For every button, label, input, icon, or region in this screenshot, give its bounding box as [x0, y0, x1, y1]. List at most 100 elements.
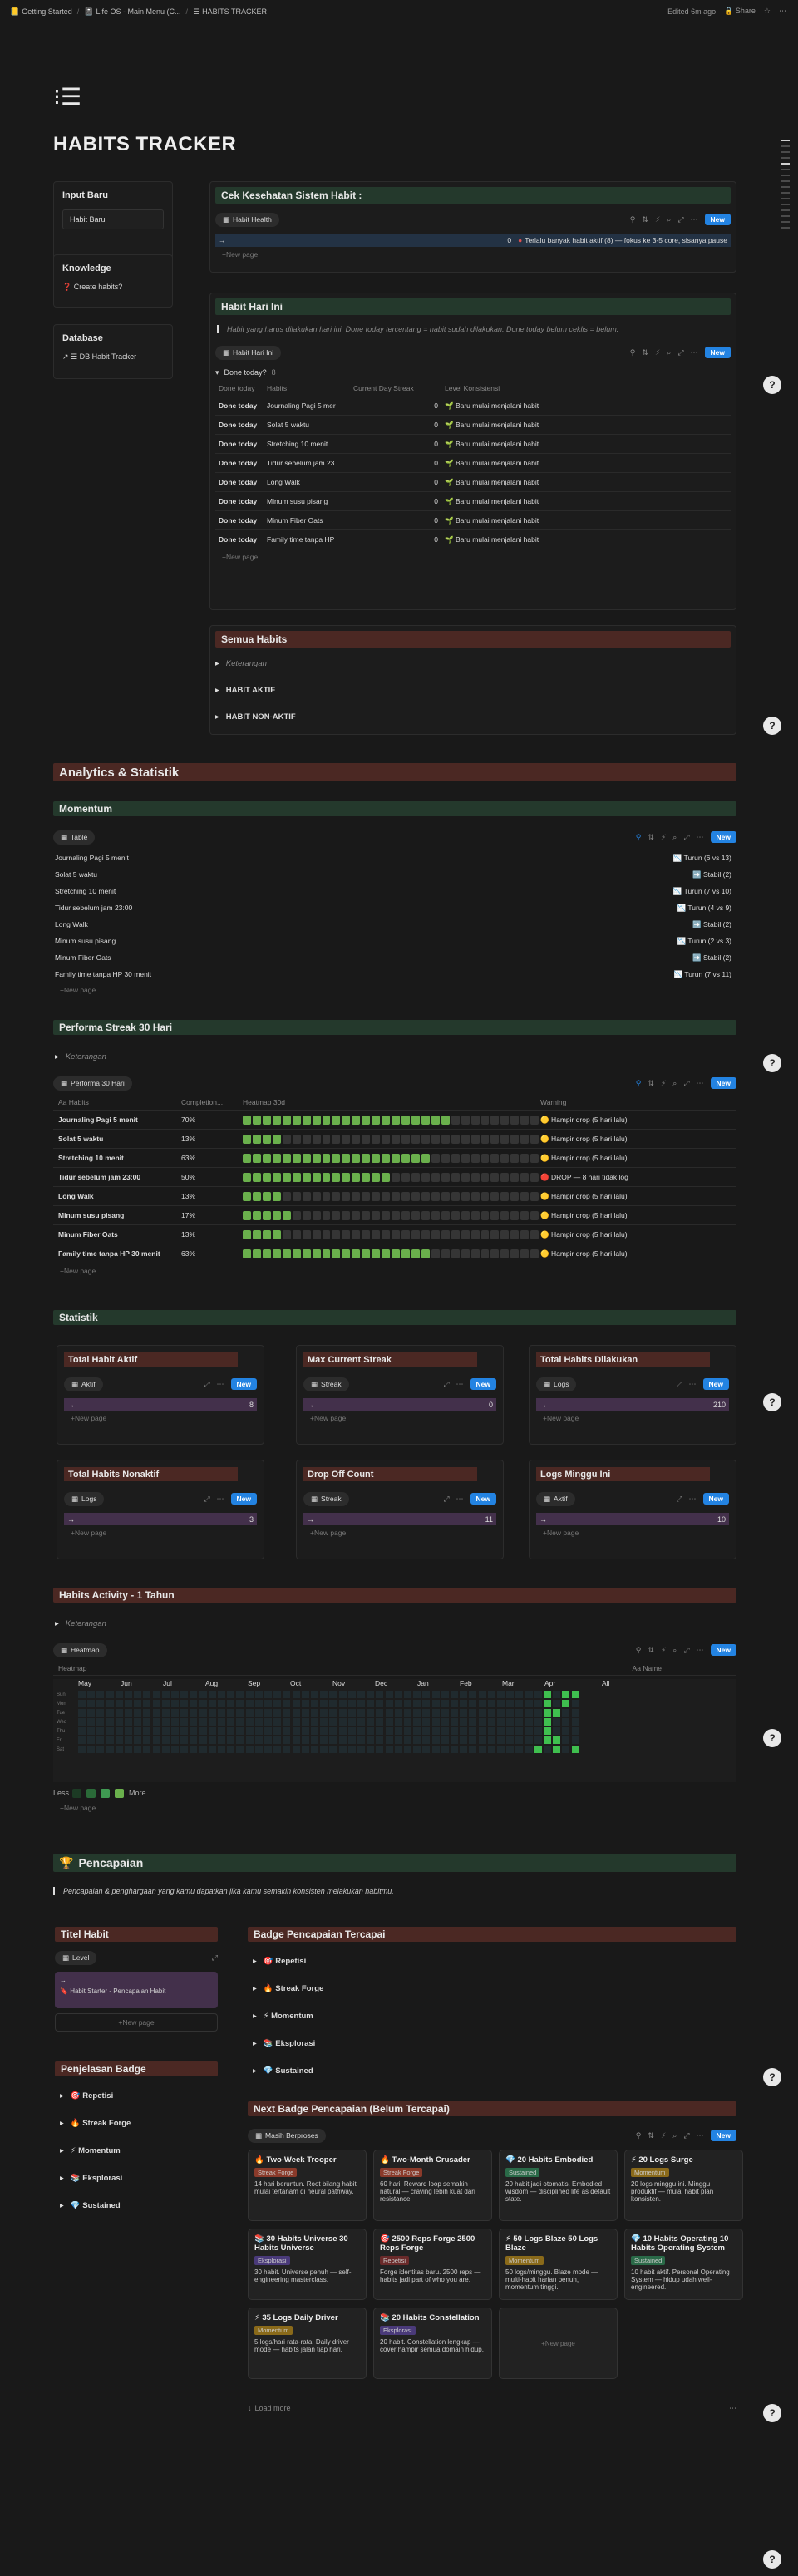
stat-view-tab[interactable]: ▦ Logs	[536, 1377, 577, 1391]
expand-icon[interactable]: ⤢	[683, 833, 689, 842]
search-icon[interactable]: ⌕	[667, 215, 671, 224]
table-row[interactable]: Long Walk ➡️ Stabil (2)	[53, 916, 736, 933]
heatmap-tab[interactable]: ▦ Heatmap	[53, 1643, 107, 1657]
expand-icon[interactable]: ⤢	[683, 2131, 689, 2140]
search-icon[interactable]: ⌕	[667, 348, 671, 357]
badge-toggle[interactable]: ▸ 📚 Eksplorasi	[253, 2034, 735, 2052]
search-icon[interactable]: ⌕	[672, 1646, 677, 1655]
more-icon[interactable]: ⋯	[217, 1495, 224, 1504]
share-button[interactable]: 🔒 Share	[724, 7, 756, 16]
automation-icon[interactable]: ⚡	[655, 348, 660, 357]
automation-icon[interactable]: ⚡	[661, 833, 666, 842]
table-row[interactable]: Done today Journaling Pagi 5 mer 0 🌱 Baru m…	[215, 396, 731, 416]
new-page-button[interactable]: + New page	[55, 2013, 218, 2032]
table-row[interactable]: Stretching 10 menit 📉 Turun (7 vs 10)	[53, 883, 736, 899]
search-icon[interactable]: ⌕	[672, 1079, 677, 1088]
new-page-button[interactable]: + New page	[215, 549, 731, 564]
table-row[interactable]: Done today Solat 5 waktu 0 🌱 Baru mulai men…	[215, 416, 731, 435]
badge-card[interactable]: ⚡ 35 Logs Daily Driver Momentum 5 logs/har…	[248, 2308, 367, 2379]
filter-icon[interactable]: ⚲	[636, 2131, 642, 2140]
table-row[interactable]: Done today Minum Fiber Oats 0 🌱 Baru mulai …	[215, 511, 731, 530]
badge-toggle[interactable]: ▸ 📚 Eksplorasi	[60, 2169, 218, 2187]
search-icon[interactable]: ⌕	[672, 833, 677, 842]
done-today-cell[interactable]: Done today	[215, 440, 267, 448]
help-button[interactable]: ?	[763, 2068, 781, 2086]
table-row[interactable]: Journaling Pagi 5 menit 70% 🟡 Hampir drop …	[53, 1111, 736, 1130]
done-today-cell[interactable]: Done today	[215, 478, 267, 486]
new-button[interactable]: New	[230, 1378, 257, 1390]
expand-icon[interactable]: ⤢	[204, 1380, 209, 1389]
table-row[interactable]: Minum susu pisang 📉 Turun (2 vs 3)	[53, 933, 736, 949]
more-icon[interactable]: ⋯	[456, 1495, 464, 1504]
stat-view-tab[interactable]: ▦ Streak	[303, 1491, 349, 1506]
expand-icon[interactable]: ⤢	[212, 1953, 218, 1963]
habit-aktif-toggle[interactable]: ▸ HABIT AKTIF	[215, 681, 731, 699]
expand-icon[interactable]: ⤢	[683, 1646, 689, 1655]
new-page-button[interactable]: + New page	[215, 247, 731, 262]
new-button[interactable]: New	[702, 1378, 729, 1390]
table-row[interactable]: Done today Family time tanpa HP 0 🌱 Baru mu…	[215, 530, 731, 549]
stat-view-tab[interactable]: ▦ Streak	[303, 1377, 349, 1391]
expand-icon[interactable]: ⤢	[204, 1495, 209, 1504]
table-row[interactable]: Stretching 10 menit 63% 🟡 Hampir drop (5 h…	[53, 1149, 736, 1168]
badge-card[interactable]: 🔥 Two-Week Trooper Streak Forge 14 hari be…	[248, 2150, 367, 2221]
badge-card[interactable]: ⚡ 50 Logs Blaze 50 Logs Blaze Momentum 50 …	[499, 2229, 618, 2300]
level-card[interactable]: → 🔖 Habit Starter - Pencapaian Habit	[55, 1972, 218, 2008]
breadcrumb-1[interactable]: 📒 Getting Started	[10, 7, 72, 17]
table-row[interactable]: Solat 5 waktu 13% 🟡 Hampir drop (5 hari la…	[53, 1130, 736, 1149]
more-icon[interactable]: ⋯	[697, 1646, 704, 1655]
table-of-contents[interactable]	[781, 140, 790, 229]
filter-icon[interactable]: ⚲	[636, 833, 642, 842]
new-button[interactable]: New	[470, 1493, 496, 1505]
habit-hari-ini-tab[interactable]: ▦ Habit Hari Ini	[215, 345, 282, 360]
new-button[interactable]: New	[710, 1077, 736, 1089]
expand-icon[interactable]: ⤢	[443, 1380, 449, 1389]
done-today-cell[interactable]: Done today	[215, 459, 267, 467]
expand-icon[interactable]: ⤢	[677, 348, 683, 357]
badge-toggle[interactable]: ▸ ⚡ Momentum	[60, 2141, 218, 2160]
new-page-button[interactable]: + New page	[64, 1525, 257, 1540]
filter-icon[interactable]: ⚲	[636, 1646, 642, 1655]
help-button[interactable]: ?	[763, 1393, 781, 1411]
filter-icon[interactable]: ⚲	[636, 1079, 642, 1088]
new-page-button[interactable]: + New page	[53, 1800, 736, 1815]
table-row[interactable]: Family time tanpa HP 30 menit 📉 Turun (7 …	[53, 966, 736, 983]
keterangan-toggle[interactable]: ▸ Keterangan	[215, 654, 731, 672]
expand-icon[interactable]: ⤢	[676, 1495, 682, 1504]
health-row[interactable]: → 0 ● Terlalu banyak habit aktif (8) — foku…	[215, 234, 731, 247]
habit-nonaktif-toggle[interactable]: ▸ HABIT NON-AKTIF	[215, 707, 731, 726]
more-icon[interactable]: ⋯	[697, 2131, 704, 2140]
more-icon[interactable]: ⋯	[689, 1380, 697, 1389]
new-page-button[interactable]: + New page	[499, 2308, 618, 2379]
stat-value-row[interactable]: → 210	[536, 1398, 729, 1411]
filter-icon[interactable]: ⚲	[630, 215, 636, 224]
new-button[interactable]: New	[704, 214, 731, 225]
automation-icon[interactable]: ⚡	[655, 215, 660, 224]
automation-icon[interactable]: ⚡	[661, 1079, 666, 1088]
help-button[interactable]: ?	[763, 376, 781, 394]
new-button[interactable]: New	[230, 1493, 257, 1505]
level-tab[interactable]: ▦ Level	[55, 1950, 97, 1965]
table-row[interactable]: Minum Fiber Oats ➡️ Stabil (2)	[53, 949, 736, 966]
table-row[interactable]: Long Walk 13% 🟡 Hampir drop (5 hari lalu)	[53, 1187, 736, 1206]
badge-card[interactable]: 🔥 Two-Month Crusader Streak Forge 60 hari.…	[373, 2150, 492, 2221]
table-row[interactable]: Done today Minum susu pisang 0 🌱 Baru mulai…	[215, 492, 731, 511]
new-page-button[interactable]: + New page	[536, 1411, 729, 1426]
more-icon[interactable]: ⋯	[217, 1380, 224, 1389]
stat-value-row[interactable]: → 3	[64, 1513, 257, 1525]
table-row[interactable]: Minum Fiber Oats 13% 🟡 Hampir drop (5 hari…	[53, 1225, 736, 1244]
more-icon[interactable]: ⋯	[779, 7, 786, 16]
stat-value-row[interactable]: → 10	[536, 1513, 729, 1525]
new-page-button[interactable]: + New page	[303, 1411, 496, 1426]
table-row[interactable]: Journaling Pagi 5 menit 📉 Turun (6 vs 13)	[53, 850, 736, 866]
stat-view-tab[interactable]: ▦ Logs	[64, 1491, 105, 1506]
sort-icon[interactable]: ⇅	[648, 833, 654, 842]
table-row[interactable]: Done today Stretching 10 menit 0 🌱 Baru mul…	[215, 435, 731, 454]
new-button[interactable]: New	[710, 2130, 736, 2141]
done-today-cell[interactable]: Done today	[215, 516, 267, 525]
new-page-button[interactable]: + New page	[53, 1263, 736, 1278]
done-today-cell[interactable]: Done today	[215, 497, 267, 505]
breadcrumb-3[interactable]: ☰ HABITS TRACKER	[193, 7, 267, 17]
new-page-button[interactable]: + New page	[64, 1411, 257, 1426]
new-button[interactable]: New	[704, 347, 731, 358]
